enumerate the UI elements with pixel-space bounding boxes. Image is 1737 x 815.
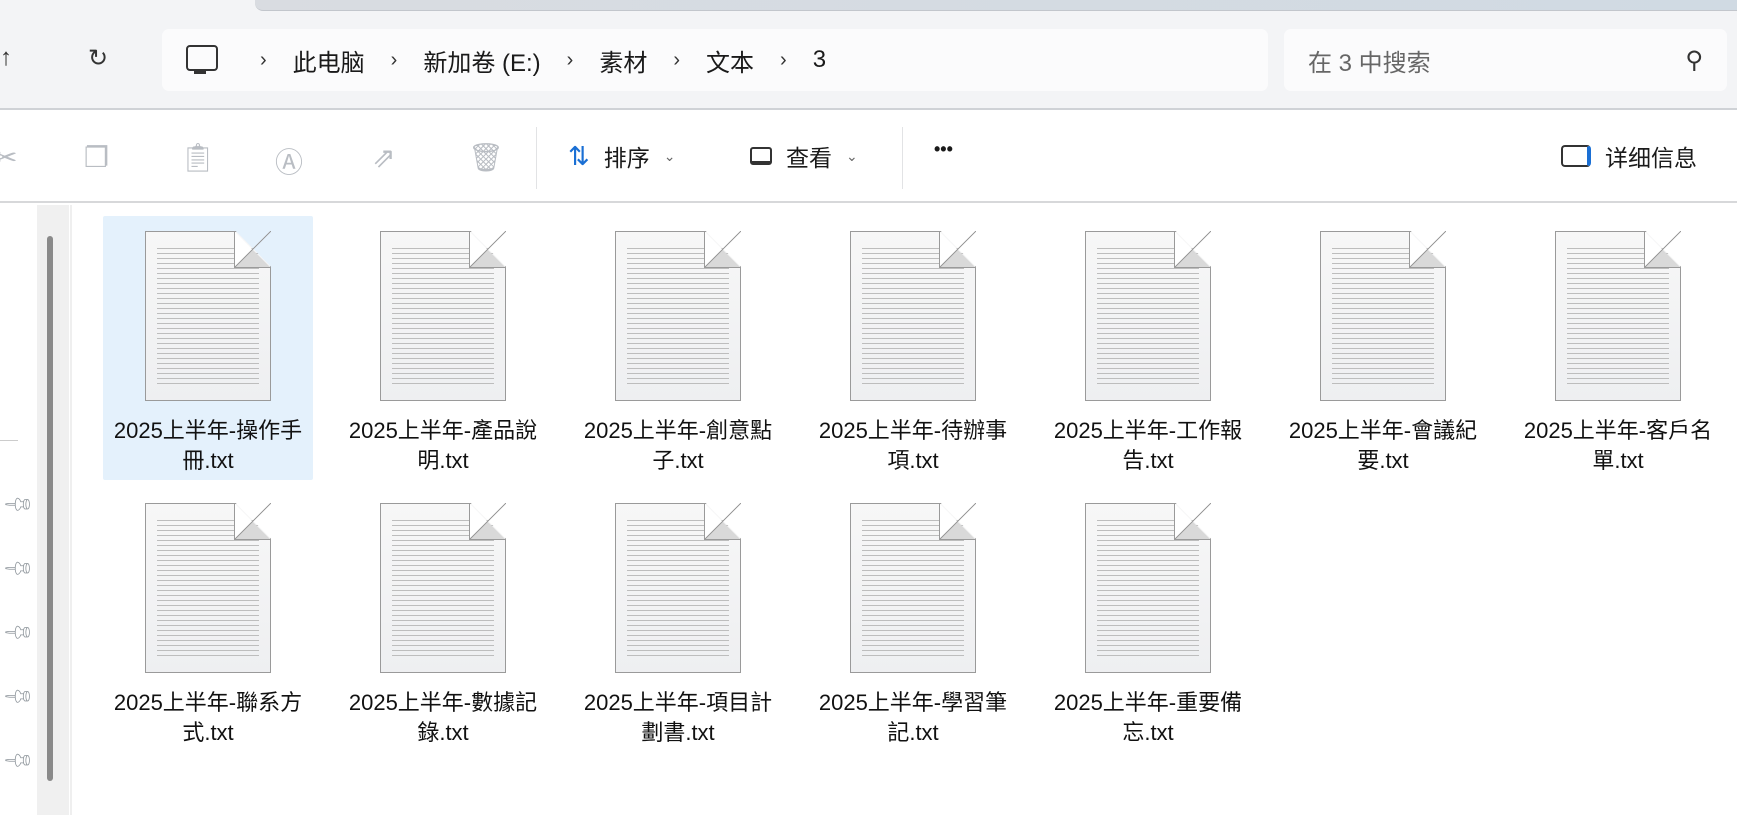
file-item[interactable]: 2025上半年-會議紀要.txt (1278, 216, 1488, 480)
breadcrumb-item[interactable]: 素材 (599, 43, 647, 78)
text-file-icon (145, 231, 271, 401)
text-file-icon (1085, 231, 1211, 401)
chevron-right-icon: › (390, 48, 398, 71)
sort-button[interactable]: ⇅ 排序 ⌄ (568, 139, 676, 173)
text-file-icon (145, 503, 271, 673)
view-button[interactable]: 查看 ⌄ (750, 139, 858, 173)
details-label: 详细信息 (1605, 145, 1697, 171)
pin-icon: 📌︎ (1, 680, 36, 714)
file-name: 2025上半年-數據記錄.txt (348, 690, 538, 745)
file-item[interactable]: 2025上半年-數據記錄.txt (338, 488, 548, 752)
paste-icon[interactable]: 📋︎ (180, 141, 216, 174)
address-bar[interactable]: › 此电脑 › 新加卷 (E:) › 素材 › 文本 › 3 (162, 29, 1268, 91)
file-item[interactable]: 2025上半年-待辦事項.txt (808, 216, 1018, 480)
file-item[interactable]: 2025上半年-工作報告.txt (1043, 216, 1253, 480)
pin-icon: 📌︎ (1, 616, 36, 650)
divider (902, 127, 903, 189)
sort-icon: ⇅ (568, 140, 590, 171)
file-item[interactable]: 2025上半年-產品說明.txt (338, 216, 548, 480)
chevron-right-icon: › (260, 48, 267, 71)
file-name: 2025上半年-客戶名單.txt (1523, 418, 1713, 473)
file-item[interactable]: 2025上半年-學習筆記.txt (808, 488, 1018, 752)
scrollbar-track[interactable] (37, 205, 69, 815)
share-icon[interactable]: ⇗ (372, 141, 395, 174)
up-button[interactable]: ↑ (0, 44, 12, 72)
text-file-icon (380, 503, 506, 673)
search-icon: ⚲ (1685, 46, 1703, 74)
computer-icon (186, 45, 218, 75)
rename-icon[interactable]: Ⓐ (275, 141, 303, 181)
breadcrumb-item[interactable]: 新加卷 (E:) (423, 43, 540, 78)
navigation-pane: 📌︎ 📌︎ 📌︎ 📌︎ 📌︎ (0, 205, 72, 815)
text-file-icon (1555, 231, 1681, 401)
file-name: 2025上半年-會議紀要.txt (1288, 418, 1478, 473)
tab-strip (255, 0, 1737, 11)
file-name: 2025上半年-待辦事項.txt (818, 418, 1008, 473)
details-pane-icon (1561, 145, 1591, 167)
file-grid: 2025上半年-操作手冊.txt 2025上半年-產品說明.txt 2025上半年-… (103, 216, 1737, 752)
file-item[interactable]: 2025上半年-重要備忘.txt (1043, 488, 1253, 752)
delete-icon[interactable]: 🗑︎ (468, 141, 504, 174)
search-placeholder: 在 3 中搜索 (1308, 49, 1431, 77)
command-bar: ✂ ❐ 📋︎ Ⓐ ⇗ 🗑︎ ⇅ 排序 ⌄ 查看 ⌄ ••• 详细信息 (0, 111, 1737, 203)
file-name: 2025上半年-學習筆記.txt (818, 690, 1008, 745)
copy-icon[interactable]: ❐ (84, 141, 109, 174)
chevron-right-icon: › (566, 48, 574, 71)
text-file-icon (615, 503, 741, 673)
pin-icon: 📌︎ (1, 488, 36, 522)
breadcrumb-item[interactable]: 3 (813, 46, 826, 74)
breadcrumb-item[interactable]: 文本 (706, 43, 754, 78)
text-file-icon (615, 231, 741, 401)
refresh-button[interactable]: ↻ (88, 44, 108, 73)
file-item[interactable]: 2025上半年-客戶名單.txt (1513, 216, 1723, 480)
file-item[interactable]: 2025上半年-項目計劃書.txt (573, 488, 783, 752)
search-input[interactable]: 在 3 中搜索 ⚲ (1284, 29, 1727, 91)
text-file-icon (1085, 503, 1211, 673)
divider (0, 440, 18, 441)
file-item[interactable]: 2025上半年-操作手冊.txt (103, 216, 313, 480)
view-label: 查看 (786, 145, 832, 171)
pin-icon: 📌︎ (1, 552, 36, 586)
file-name: 2025上半年-操作手冊.txt (113, 418, 303, 473)
pin-icon: 📌︎ (1, 744, 36, 778)
file-name: 2025上半年-聯系方式.txt (113, 690, 303, 745)
breadcrumb-item[interactable]: 此电脑 (293, 43, 365, 78)
scrollbar-thumb[interactable] (47, 236, 53, 781)
file-name: 2025上半年-產品說明.txt (348, 418, 538, 473)
chevron-down-icon: ⌄ (663, 147, 676, 164)
chevron-down-icon: ⌄ (846, 147, 858, 164)
text-file-icon (380, 231, 506, 401)
text-file-icon (850, 503, 976, 673)
file-name: 2025上半年-工作報告.txt (1053, 418, 1243, 473)
chevron-right-icon: › (673, 48, 681, 71)
text-file-icon (850, 231, 976, 401)
file-item[interactable]: 2025上半年-創意點子.txt (573, 216, 783, 480)
file-name: 2025上半年-項目計劃書.txt (583, 690, 773, 745)
text-file-icon (1320, 231, 1446, 401)
sort-label: 排序 (603, 145, 650, 171)
cut-icon[interactable]: ✂ (0, 141, 17, 174)
view-icon (750, 147, 772, 165)
more-options-button[interactable]: ••• (934, 139, 953, 160)
details-button[interactable]: 详细信息 (1561, 139, 1697, 173)
file-name: 2025上半年-重要備忘.txt (1053, 690, 1243, 745)
divider (536, 127, 537, 189)
file-name: 2025上半年-創意點子.txt (583, 418, 773, 473)
chevron-right-icon: › (780, 48, 787, 71)
file-item[interactable]: 2025上半年-聯系方式.txt (103, 488, 313, 752)
